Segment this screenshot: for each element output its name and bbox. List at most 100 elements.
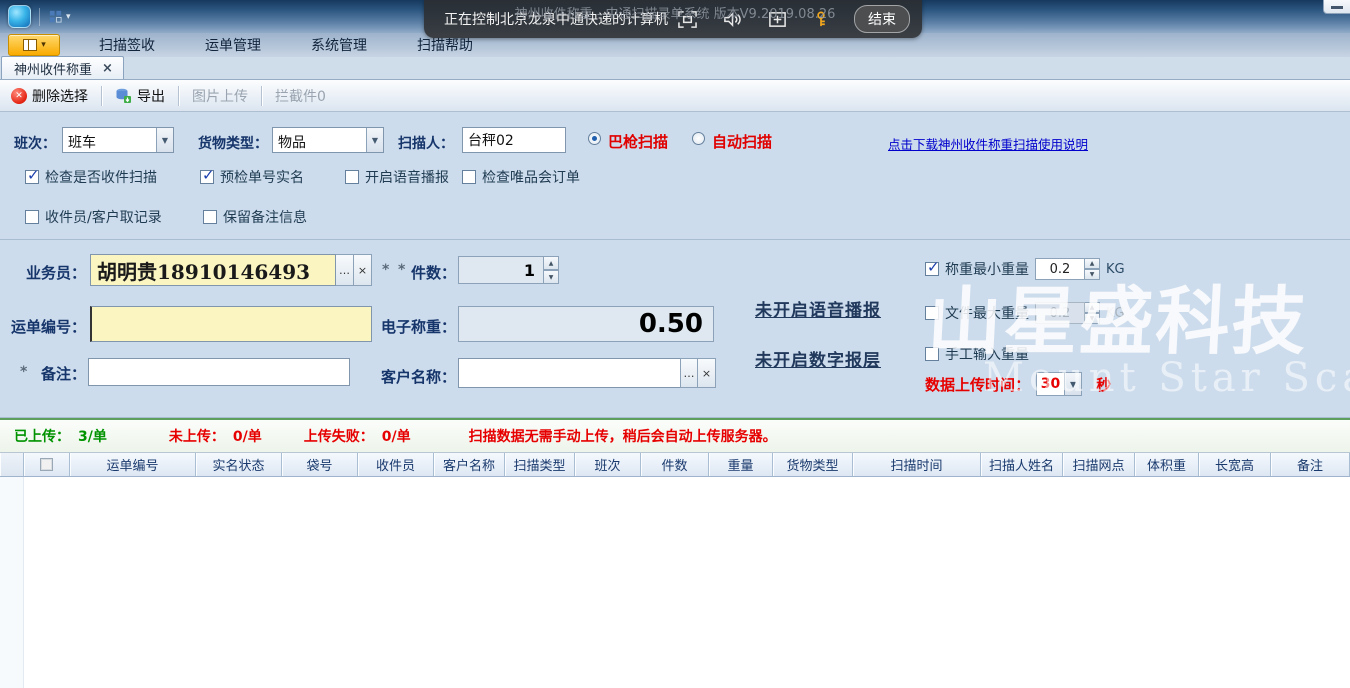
column-header[interactable]: 体积重: [1135, 453, 1199, 476]
remark-input[interactable]: [88, 358, 350, 386]
gun-scan-label[interactable]: 巴枪扫描: [608, 131, 668, 152]
checkbox-box[interactable]: [25, 170, 39, 184]
min-weight-input[interactable]: [1035, 258, 1085, 280]
salesman-clear-button[interactable]: ×: [354, 254, 372, 286]
pieces-input[interactable]: [458, 256, 544, 284]
max-weight-checkbox[interactable]: [925, 306, 939, 320]
settings-checkbox[interactable]: 收件员/客户取记录: [25, 207, 203, 227]
checkbox-label: 收件员/客户取记录: [45, 207, 162, 227]
manual-weight-checkbox[interactable]: [925, 347, 939, 361]
column-header[interactable]: 班次: [575, 453, 641, 476]
column-header[interactable]: 扫描人姓名: [981, 453, 1063, 476]
checkbox-box[interactable]: [200, 170, 214, 184]
column-header[interactable]: 备注: [1271, 453, 1350, 476]
delete-label: 删除选择: [32, 86, 88, 106]
settings-checkbox[interactable]: 开启语音播报: [345, 167, 462, 187]
tab-shenzhou-weighing[interactable]: 神州收件称重 ×: [1, 56, 124, 79]
customer-clear-button[interactable]: ×: [698, 358, 716, 388]
shift-select[interactable]: 班车 ▼: [62, 127, 174, 153]
chevron-down-icon[interactable]: ▼: [366, 128, 383, 152]
menu-item[interactable]: 扫描签收: [74, 33, 180, 57]
cargo-type-value: 物品: [273, 128, 366, 152]
settings-checkbox[interactable]: 检查唯品会订单: [462, 167, 612, 187]
auto-scan-label[interactable]: 自动扫描: [712, 131, 772, 152]
min-weight-checkbox[interactable]: [925, 262, 939, 276]
step-up-icon[interactable]: ▲: [544, 256, 559, 270]
min-weight-unit: KG: [1106, 262, 1125, 277]
column-header[interactable]: 运单编号: [70, 453, 196, 476]
column-header[interactable]: 长宽高: [1199, 453, 1271, 476]
min-weight-stepper[interactable]: ▲▼: [1085, 258, 1100, 280]
weight-label: 电子称重：: [378, 316, 456, 337]
step-down-icon[interactable]: ▼: [544, 270, 559, 284]
image-upload-button[interactable]: 图片上传: [187, 83, 253, 109]
column-header[interactable]: 扫描类型: [505, 453, 575, 476]
minimize-button[interactable]: [1323, 0, 1350, 14]
remark-label: 备注：: [28, 363, 86, 384]
select-all-checkbox[interactable]: [40, 458, 53, 471]
toolbar-separator: [261, 86, 262, 106]
image-upload-label: 图片上传: [192, 86, 248, 106]
checkbox-box[interactable]: [345, 170, 359, 184]
export-button[interactable]: 导出: [110, 83, 170, 109]
tab-close-icon[interactable]: ×: [102, 61, 113, 76]
salesman-input[interactable]: [90, 254, 336, 286]
column-header[interactable]: 扫描时间: [853, 453, 981, 476]
column-header[interactable]: 袋号: [282, 453, 358, 476]
select-all-cell[interactable]: [24, 453, 70, 476]
checkbox-box[interactable]: [25, 210, 39, 224]
pieces-stepper[interactable]: ▲▼: [544, 256, 559, 284]
digital-display-off-text[interactable]: 未开启数字报层: [755, 346, 881, 371]
customer-input[interactable]: [458, 358, 680, 388]
scanner-input[interactable]: [462, 127, 566, 153]
min-weight-label: 称重最小重量: [945, 259, 1029, 279]
menu-item[interactable]: 系统管理: [286, 33, 392, 57]
layout-squares-icon: [48, 9, 63, 24]
delete-selection-button[interactable]: 删除选择: [6, 83, 93, 109]
chevron-down-icon[interactable]: ▼: [1064, 373, 1081, 395]
pieces-field: ▲▼: [458, 256, 559, 284]
checkbox-box[interactable]: [462, 170, 476, 184]
column-header[interactable]: 货物类型: [773, 453, 853, 476]
manual-weight-label: 手工输入重量: [945, 344, 1029, 364]
fullscreen-icon[interactable]: [677, 10, 698, 29]
settings-checkbox[interactable]: 预检单号实名: [200, 167, 345, 187]
minimize-glyph: [1331, 6, 1343, 9]
column-header[interactable]: 收件员: [358, 453, 434, 476]
column-header[interactable]: 扫描网点: [1063, 453, 1135, 476]
customer-lookup-button[interactable]: …: [680, 358, 698, 388]
export-icon: [115, 87, 132, 104]
column-header[interactable]: 重量: [709, 453, 773, 476]
uploaded-label: 已上传：: [14, 426, 70, 446]
window-switch-icon[interactable]: [767, 10, 788, 29]
volume-icon[interactable]: [722, 10, 743, 29]
chevron-down-icon[interactable]: ▼: [156, 128, 173, 152]
column-header[interactable]: 实名状态: [196, 453, 282, 476]
checkbox-label: 检查是否收件扫描: [45, 167, 157, 187]
quick-access-toolbar[interactable]: ▾: [48, 9, 71, 24]
settings-checkbox[interactable]: 保留备注信息: [203, 207, 343, 227]
checkbox-label: 预检单号实名: [220, 167, 304, 187]
failed-count: 0/单: [382, 426, 411, 446]
upload-interval-select[interactable]: 30 ▼: [1036, 372, 1082, 396]
waybill-input[interactable]: [90, 306, 372, 342]
menu-item[interactable]: 运单管理: [180, 33, 286, 57]
cargo-type-select[interactable]: 物品 ▼: [272, 127, 384, 153]
table-body[interactable]: [0, 477, 1350, 688]
voice-broadcast-off-text[interactable]: 未开启语音播报: [755, 296, 881, 321]
column-header[interactable]: 客户名称: [434, 453, 505, 476]
help-download-link[interactable]: 点击下载神州收件称重扫描使用说明: [888, 134, 1088, 153]
radio-auto-scan[interactable]: [692, 132, 705, 145]
step-up-icon[interactable]: ▲: [1085, 258, 1100, 269]
step-down-icon[interactable]: ▼: [1085, 269, 1100, 280]
checkbox-box[interactable]: [203, 210, 217, 224]
radio-gun-scan[interactable]: [588, 132, 601, 145]
main-menu-button[interactable]: ▾: [8, 34, 60, 56]
end-control-button[interactable]: 结束: [854, 5, 910, 33]
salesman-lookup-button[interactable]: …: [336, 254, 354, 286]
column-header[interactable]: 件数: [641, 453, 709, 476]
pieces-label: 件数：: [406, 262, 456, 283]
settings-checkbox[interactable]: 检查是否收件扫描: [25, 167, 200, 187]
salesman-label: 业务员：: [0, 262, 86, 283]
privilege-key-icon[interactable]: [812, 10, 830, 29]
